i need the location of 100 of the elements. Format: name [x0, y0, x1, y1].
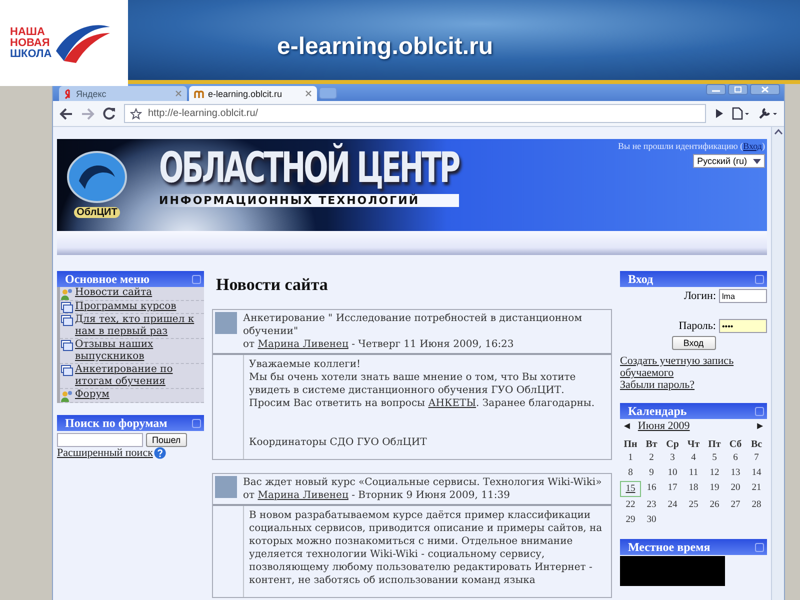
- username-label: Логин:: [684, 290, 716, 302]
- block-title: Календарь: [628, 404, 687, 418]
- close-icon[interactable]: [175, 90, 182, 97]
- calendar-day: 14: [746, 466, 767, 480]
- post-text: Координаторы СДО ГУО ОблЦИТ: [249, 436, 428, 449]
- password-label: Пароль:: [678, 320, 716, 332]
- avatar-placeholder: [215, 312, 237, 334]
- banner-subtitle: ИНФОРМАЦИОННЫХ ТЕХНОЛОГИЙ: [159, 194, 459, 207]
- calendar-day: 17: [662, 481, 683, 497]
- page-menu-icon[interactable]: [732, 107, 750, 120]
- close-icon[interactable]: [750, 84, 780, 95]
- collapse-icon[interactable]: [755, 406, 764, 416]
- advanced-search-link[interactable]: Расширенный поиск: [57, 447, 153, 459]
- window-icon: [61, 302, 73, 313]
- window-icon: [61, 365, 73, 376]
- calendar-day: 24: [662, 498, 683, 512]
- collapse-icon[interactable]: [755, 274, 764, 284]
- collapse-icon[interactable]: [192, 274, 201, 284]
- calendar-day: 16: [641, 481, 662, 497]
- calendar-day: 7: [746, 451, 767, 465]
- post-text: Уважаемые коллеги!: [249, 358, 362, 371]
- reload-icon[interactable]: [103, 107, 116, 120]
- help-icon[interactable]: [154, 447, 166, 459]
- calendar-day: 9: [641, 466, 662, 480]
- letter-m-icon: [194, 88, 205, 98]
- calendar-day: 12: [704, 466, 725, 480]
- people-icon: [61, 288, 73, 300]
- back-arrow-icon[interactable]: [59, 108, 73, 120]
- calendar-day: 8: [620, 466, 641, 480]
- slide-title: e-learning.oblcit.ru: [277, 33, 494, 61]
- calendar-day: 10: [662, 466, 683, 480]
- minimize-icon[interactable]: [706, 84, 726, 95]
- calendar-day: 20: [725, 481, 746, 497]
- login-link[interactable]: Вход: [743, 141, 762, 151]
- calendar-day: 25: [683, 498, 704, 512]
- menu-link[interactable]: Анкетирование по итогам обучения: [75, 364, 203, 388]
- post-text: Мы бы очень хотели знать ваше мнение о том, что Вы хотите увидеть в системе дистанционного обучения ГУО ОблЦИТ. Просим Вас ответить на вопросы АНКЕТЫ. Заранее благодарны.: [249, 371, 596, 410]
- window-icon: [61, 315, 73, 326]
- menu-link[interactable]: Форум: [75, 389, 110, 401]
- forward-arrow-icon[interactable]: [81, 108, 95, 120]
- login-button[interactable]: Вход: [672, 336, 716, 350]
- calendar-day: 15: [620, 481, 641, 497]
- search-button[interactable]: Пошел: [146, 433, 187, 447]
- menu-link[interactable]: Программы курсов: [75, 301, 176, 313]
- wrench-icon[interactable]: [758, 107, 778, 120]
- username-field[interactable]: lma: [719, 289, 767, 303]
- restore-icon[interactable]: [728, 84, 748, 95]
- browser-tab[interactable]: e-learning.oblcit.ru: [189, 86, 317, 101]
- news-heading: Новости сайта: [216, 275, 329, 295]
- scroll-up-icon[interactable]: [774, 129, 782, 135]
- calendar-day: 4: [683, 451, 704, 465]
- author-link[interactable]: Марина Ливенец: [258, 339, 348, 350]
- account-link[interactable]: Создать учетную запись обучаемого: [620, 355, 767, 379]
- weekday-label: Пн: [622, 439, 638, 450]
- calendar-day: 26: [704, 498, 725, 512]
- language-select[interactable]: Русский (ru): [693, 154, 765, 168]
- logo-text: НАША: [10, 26, 46, 38]
- block-title: Местное время: [628, 540, 710, 554]
- calendar-day: 21: [746, 481, 767, 497]
- circle-logo-icon: [65, 149, 129, 205]
- block-title: Поиск по форумам: [65, 416, 168, 430]
- search-field[interactable]: [57, 433, 143, 447]
- block-title: Вход: [628, 272, 654, 286]
- letter-y-icon: [64, 88, 73, 98]
- weekday-label: Сб: [728, 439, 743, 450]
- close-icon[interactable]: [305, 90, 312, 97]
- calendar-day: 1: [620, 451, 641, 465]
- calendar-day: 3: [662, 451, 683, 465]
- avatar-placeholder: [215, 476, 237, 498]
- previous-month-button[interactable]: ◄: [622, 420, 632, 432]
- calendar-day: 29: [620, 513, 641, 527]
- calendar-day: 11: [683, 466, 704, 480]
- collapse-icon[interactable]: [755, 542, 764, 552]
- scrollbar[interactable]: [771, 127, 784, 600]
- post-byline: от Марина Ливенец - Вторник 9 Июня 2009, 11:39: [243, 489, 511, 502]
- month-link[interactable]: Июня 2009: [638, 420, 690, 432]
- calendar-day: 23: [641, 498, 662, 512]
- calendar-day: 19: [704, 481, 725, 497]
- weekday-label: Пт: [707, 439, 722, 450]
- next-month-button[interactable]: ►: [755, 420, 765, 432]
- play-icon[interactable]: [714, 108, 724, 119]
- collapse-icon[interactable]: [192, 418, 201, 428]
- menu-link[interactable]: Для тех, кто пришел к нам в первый раз: [75, 314, 203, 338]
- menu-link[interactable]: Новости сайта: [75, 287, 152, 299]
- star-icon[interactable]: [130, 108, 142, 120]
- weekday-label: Чт: [686, 439, 701, 450]
- browser-tab[interactable]: Яндекс: [59, 86, 187, 101]
- author-link[interactable]: Марина Ливенец: [258, 490, 348, 501]
- calendar-day: 2: [641, 451, 662, 465]
- calendar-day: 18: [683, 481, 704, 497]
- window-icon: [61, 340, 73, 351]
- address-bar[interactable]: http://e-learning.oblcit.ru/: [124, 104, 706, 123]
- account-link[interactable]: Забыли пароль?: [620, 379, 767, 391]
- password-field[interactable]: ••••: [719, 319, 767, 333]
- survey-link[interactable]: АНКЕТЫ: [428, 398, 476, 409]
- dropdown-caret-icon: [753, 158, 761, 164]
- post-byline: от Марина Ливенец - Четверг 11 Июня 2009, 16:23: [243, 338, 515, 351]
- menu-link[interactable]: Отзывы наших выпускников: [75, 339, 203, 363]
- banner-title: ОБЛАСТНОЙ ЦЕНТР: [159, 143, 459, 192]
- weekday-label: Ср: [665, 439, 680, 450]
